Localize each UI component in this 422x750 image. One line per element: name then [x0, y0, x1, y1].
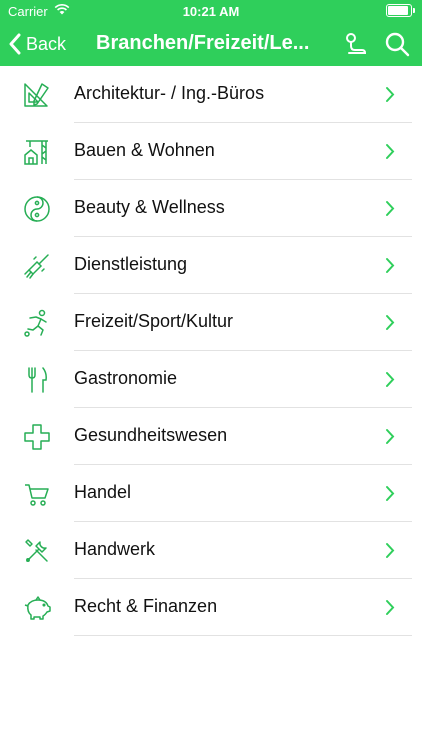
- list-item-label: Architektur- / Ing.-Büros: [74, 83, 265, 103]
- list-item[interactable]: Bauen & Wohnen: [0, 123, 422, 180]
- list-item[interactable]: Handel: [0, 465, 422, 522]
- chevron-left-icon: [9, 33, 21, 55]
- chevron-right-icon: [386, 201, 395, 216]
- status-bar: Carrier 10:21 AM: [0, 0, 422, 22]
- list-item[interactable]: Gastronomie: [0, 351, 422, 408]
- list-item[interactable]: Dienstleistung: [0, 237, 422, 294]
- list-item-label: Bauen & Wohnen: [74, 140, 215, 160]
- fork-knife-icon: [22, 365, 52, 395]
- list-item-label: Freizeit/Sport/Kultur: [74, 311, 234, 331]
- search-icon[interactable]: [384, 31, 410, 57]
- list-item-label: Gastronomie: [74, 368, 178, 388]
- architecture-pencil-icon: [22, 80, 52, 110]
- chevron-right-icon: [386, 600, 395, 615]
- top-bar: Carrier 10:21 AM Back Branchen/Freizeit/…: [0, 0, 422, 66]
- tools-icon: [22, 536, 52, 566]
- list-item-label: Beauty & Wellness: [74, 197, 225, 217]
- chevron-right-icon: [386, 144, 395, 159]
- chevron-right-icon: [386, 372, 395, 387]
- list-item-label: Handel: [74, 482, 132, 502]
- list-item[interactable]: Handwerk: [0, 522, 422, 579]
- chevron-right-icon: [386, 315, 395, 330]
- list-item[interactable]: Beauty & Wellness: [0, 180, 422, 237]
- navigation-bar: Back Branchen/Freizeit/Le...: [0, 22, 422, 66]
- category-list: Architektur- / Ing.-Büros Bauen & Wohnen: [0, 66, 422, 636]
- crane-house-icon: [22, 137, 52, 167]
- sport-runner-icon: [22, 308, 52, 338]
- list-item[interactable]: Architektur- / Ing.-Büros: [0, 66, 422, 123]
- battery-icon: [386, 4, 415, 17]
- list-item-label: Handwerk: [74, 539, 156, 559]
- chevron-right-icon: [386, 429, 395, 444]
- piggy-bank-icon: [22, 593, 52, 623]
- list-item[interactable]: Freizeit/Sport/Kultur: [0, 294, 422, 351]
- medical-cross-icon: [22, 422, 52, 452]
- list-item-label: Dienstleistung: [74, 254, 188, 274]
- row-divider: [74, 635, 412, 636]
- list-item[interactable]: Gesundheitswesen: [0, 408, 422, 465]
- list-item-label: Recht & Finanzen: [74, 596, 218, 616]
- chevron-right-icon: [386, 543, 395, 558]
- list-item-label: Gesundheitswesen: [74, 425, 228, 445]
- chevron-right-icon: [386, 486, 395, 501]
- yin-yang-icon: [22, 194, 52, 224]
- brush-icon: [22, 251, 52, 281]
- page-title: Branchen/Freizeit/Le...: [96, 32, 310, 54]
- chevron-right-icon: [386, 258, 395, 273]
- back-label: Back: [26, 33, 67, 54]
- map-pin-route-icon[interactable]: [342, 31, 368, 57]
- back-button[interactable]: Back: [8, 31, 66, 57]
- shopping-cart-icon: [22, 479, 52, 509]
- clock: 10:21 AM: [182, 4, 240, 19]
- list-item[interactable]: Recht & Finanzen: [0, 579, 422, 636]
- chevron-right-icon: [386, 87, 395, 102]
